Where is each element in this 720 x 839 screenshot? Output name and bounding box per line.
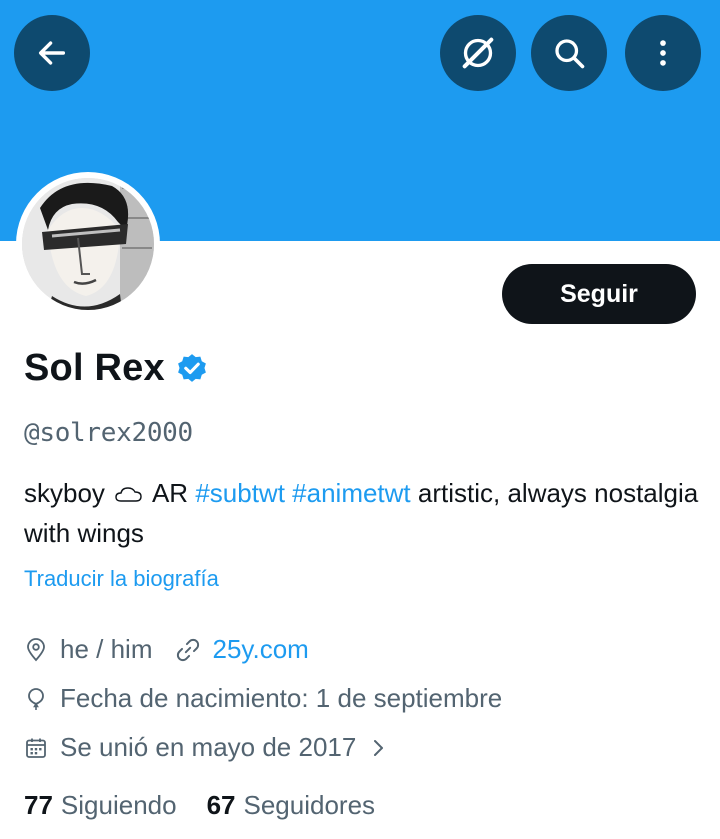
pronouns-text: he / him bbox=[60, 634, 153, 664]
avatar[interactable] bbox=[22, 178, 154, 310]
more-options-button[interactable] bbox=[625, 15, 701, 91]
profile-meta-location-website: he / him 25y.com bbox=[24, 634, 309, 665]
followers-count: 67 bbox=[206, 790, 236, 820]
bio-text: skyboy bbox=[24, 478, 105, 508]
grok-button[interactable] bbox=[440, 15, 516, 91]
hashtag-link[interactable]: #animetwt bbox=[292, 478, 411, 508]
follow-stats: 77 Siguiendo 67 Seguidores bbox=[24, 790, 375, 821]
balloon-icon bbox=[24, 686, 48, 712]
profile-bio: skyboy AR #subtwt #animetwt artistic, al… bbox=[24, 474, 704, 552]
following-count: 77 bbox=[24, 790, 53, 820]
display-name: Sol Rex bbox=[24, 347, 165, 389]
following-stat[interactable]: 77 Siguiendo bbox=[24, 790, 177, 821]
username-handle: @solrex2000 bbox=[24, 418, 193, 448]
translate-bio-link[interactable]: Traducir la biografía bbox=[24, 566, 219, 592]
search-icon bbox=[555, 39, 585, 69]
search-button[interactable] bbox=[531, 15, 607, 91]
avatar-frame[interactable] bbox=[16, 172, 160, 316]
joined-date-text: Se unió en mayo de 2017 bbox=[60, 732, 357, 762]
name-row: Sol Rex bbox=[24, 347, 209, 390]
birthday-text: Fecha de nacimiento: 1 de septiembre bbox=[60, 683, 503, 713]
chevron-right-icon[interactable] bbox=[370, 736, 388, 760]
link-icon bbox=[175, 637, 201, 663]
back-button[interactable] bbox=[14, 15, 90, 91]
followers-label: Seguidores bbox=[243, 790, 376, 820]
follow-button[interactable]: Seguir bbox=[502, 264, 696, 324]
website-link[interactable]: 25y.com bbox=[213, 634, 309, 665]
profile-meta-joined: Se unió en mayo de 2017 bbox=[24, 732, 388, 763]
profile-avatar-illustration bbox=[22, 178, 154, 310]
followers-stat[interactable]: 67 Seguidores bbox=[207, 790, 375, 821]
following-label: Siguiendo bbox=[60, 790, 177, 820]
bio-text: AR bbox=[151, 478, 189, 508]
more-vertical-icon bbox=[660, 40, 666, 66]
verified-badge-icon[interactable] bbox=[175, 352, 209, 386]
cloud-icon bbox=[114, 476, 144, 514]
profile-meta-birthday: Fecha de nacimiento: 1 de septiembre bbox=[24, 683, 502, 714]
arrow-left-icon bbox=[38, 41, 66, 65]
hashtag-link[interactable]: #subtwt bbox=[195, 478, 285, 508]
location-pin-icon bbox=[24, 637, 48, 663]
grok-icon bbox=[462, 37, 494, 69]
calendar-icon bbox=[24, 736, 48, 760]
